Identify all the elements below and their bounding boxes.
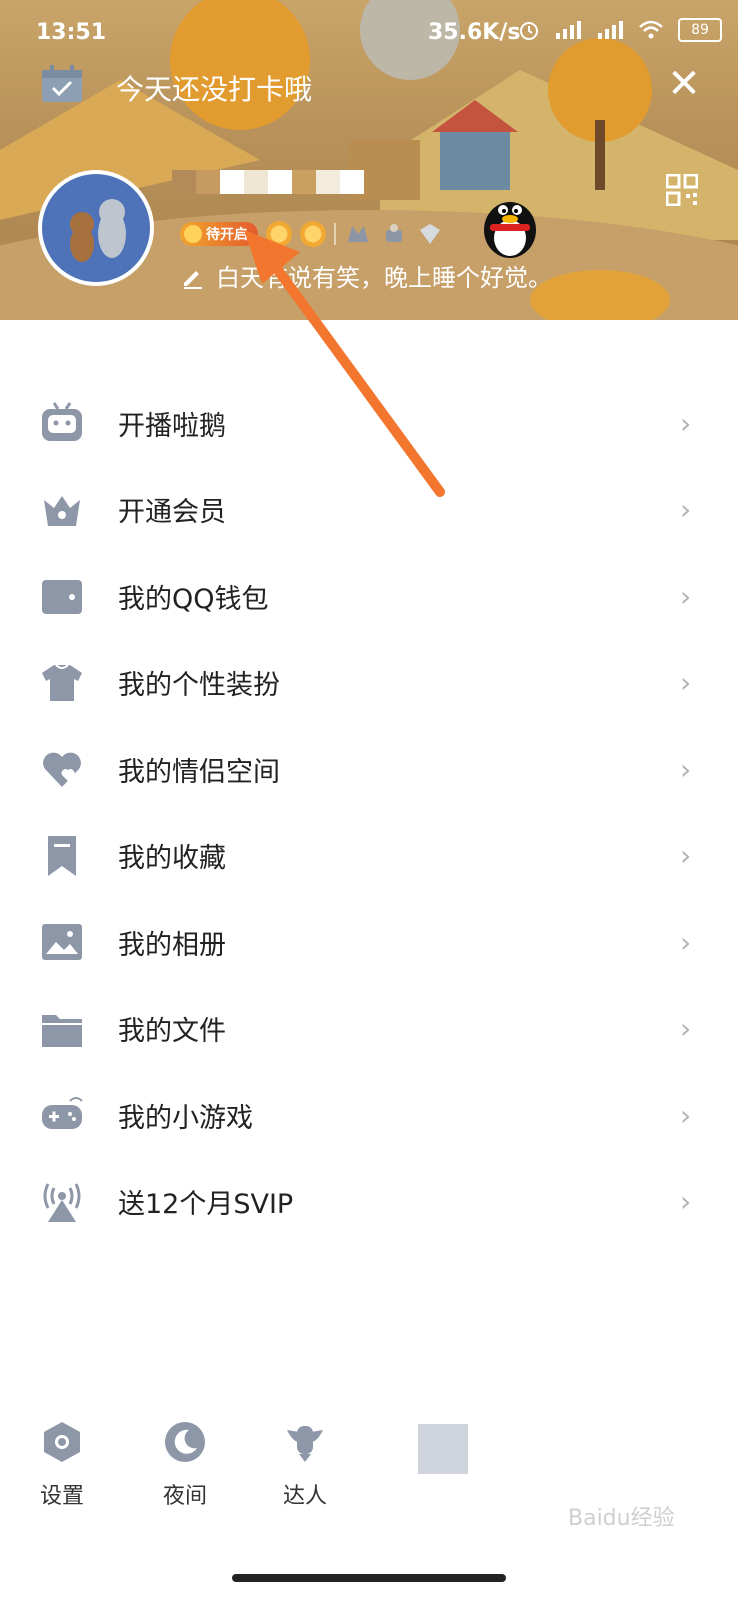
gamepad-icon: [42, 1097, 83, 1130]
nickname-mosaic: [172, 170, 364, 194]
qq-penguin-icon: [484, 202, 536, 258]
expert-label: 达人: [282, 1484, 327, 1509]
badge-divider: [334, 223, 336, 245]
night-mode-label: 夜间: [162, 1484, 207, 1509]
night-mode-button[interactable]: 夜间: [150, 1420, 220, 1510]
alarm-icon: [520, 22, 538, 40]
chevron-right-icon: ›: [680, 406, 692, 440]
menu-item-wallet[interactable]: 我的QQ钱包 ›: [0, 553, 738, 640]
signal-icon: [556, 21, 581, 39]
sun-level-icon: [266, 221, 292, 247]
chevron-right-icon: ›: [680, 579, 692, 613]
menu-item-label: 我的小游戏: [118, 1102, 253, 1134]
status-icons: 89: [518, 18, 722, 42]
close-icon[interactable]: ✕: [664, 64, 704, 104]
winged-badge-icon: [287, 1426, 323, 1462]
chevron-right-icon: ›: [680, 1098, 692, 1132]
wallet-icon: [42, 580, 82, 615]
settings-label: 设置: [39, 1484, 84, 1509]
menu-item-couple[interactable]: 我的情侣空间 ›: [0, 726, 738, 813]
chevron-right-icon: ›: [680, 1185, 692, 1219]
chevron-right-icon: ›: [680, 839, 692, 873]
checkin-prompt[interactable]: 今天还没打卡哦: [116, 68, 312, 108]
placeholder-icon[interactable]: [418, 1424, 468, 1474]
pending-badge[interactable]: 待开启: [180, 222, 258, 246]
status-time: 13:51: [36, 20, 107, 45]
chevron-right-icon: ›: [680, 925, 692, 959]
signature-text: 白天有说有笑，晚上睡个好觉。: [216, 264, 552, 292]
status-bar: 13:51 35.6K/s 89: [0, 0, 738, 58]
signature[interactable]: 白天有说有笑，晚上睡个好觉。: [180, 258, 552, 293]
profile-banner: 13:51 35.6K/s 89 今天还没打卡哦 ✕ 待开启 白天有说有笑，晚上…: [0, 0, 738, 320]
avatar[interactable]: [38, 170, 154, 286]
menu-list: 开播啦鹅 › 开通会员 › 我的QQ钱包 › 我的个性装扮 › 我的情侣空间 ›…: [0, 380, 738, 1245]
menu-item-games[interactable]: 我的小游戏 ›: [0, 1072, 738, 1159]
crown-icon: [44, 495, 80, 526]
expert-button[interactable]: 达人: [270, 1420, 340, 1510]
menu-item-svip-gift[interactable]: 送12个月SVIP ›: [0, 1159, 738, 1246]
broadcast-icon: [43, 1183, 81, 1222]
battery-indicator: 89: [678, 18, 722, 42]
menu-item-label: 我的收藏: [118, 843, 226, 875]
folder-icon: [42, 1014, 82, 1047]
wifi-icon: [639, 20, 663, 39]
menu-item-label: 开通会员: [118, 497, 226, 529]
menu-item-label: 我的文件: [118, 1016, 226, 1048]
sun-level-icon: [300, 221, 326, 247]
menu-item-live[interactable]: 开播啦鹅 ›: [0, 380, 738, 467]
menu-item-label: 我的个性装扮: [118, 670, 280, 702]
menu-item-label: 开播啦鹅: [118, 410, 226, 442]
menu-item-vip[interactable]: 开通会员 ›: [0, 467, 738, 554]
heart-icon: [43, 752, 81, 788]
chevron-right-icon: ›: [680, 1012, 692, 1046]
menu-item-favorites[interactable]: 我的收藏 ›: [0, 813, 738, 900]
gear-icon: [44, 1422, 80, 1462]
menu-item-dressup[interactable]: 我的个性装扮 ›: [0, 640, 738, 727]
menu-item-files[interactable]: 我的文件 ›: [0, 986, 738, 1073]
chevron-right-icon: ›: [680, 493, 692, 527]
moon-icon: [165, 1422, 205, 1462]
menu-item-album[interactable]: 我的相册 ›: [0, 899, 738, 986]
tshirt-icon: [42, 664, 82, 701]
menu-item-label: 我的QQ钱包: [118, 583, 269, 615]
tv-robot-icon: [42, 402, 82, 442]
home-indicator[interactable]: [232, 1574, 506, 1582]
menu-item-label: 我的情侣空间: [118, 756, 280, 788]
menu-item-label: 我的相册: [118, 929, 226, 961]
rocket-badge-icon: [386, 224, 402, 242]
settings-button[interactable]: 设置: [27, 1420, 97, 1510]
diamond-badge-icon: [420, 224, 440, 244]
picture-icon: [42, 924, 82, 961]
chevron-right-icon: ›: [680, 752, 692, 786]
avatar-image: [70, 199, 126, 262]
level-badges[interactable]: 待开启: [180, 220, 444, 248]
signal-hd-icon: [598, 21, 623, 39]
top-bar: 今天还没打卡哦 ✕: [0, 58, 738, 114]
chevron-right-icon: ›: [680, 666, 692, 700]
calendar-check-icon[interactable]: [40, 64, 84, 104]
edit-pencil-icon[interactable]: [180, 263, 206, 289]
bookmark-icon: [48, 835, 76, 876]
network-speed: 35.6K/s: [428, 20, 521, 45]
menu-item-label: 送12个月SVIP: [118, 1189, 294, 1221]
watermark: Baidu经验: [568, 1506, 675, 1531]
qr-code-icon[interactable]: [666, 174, 698, 206]
crown-badge-icon: [348, 226, 368, 242]
